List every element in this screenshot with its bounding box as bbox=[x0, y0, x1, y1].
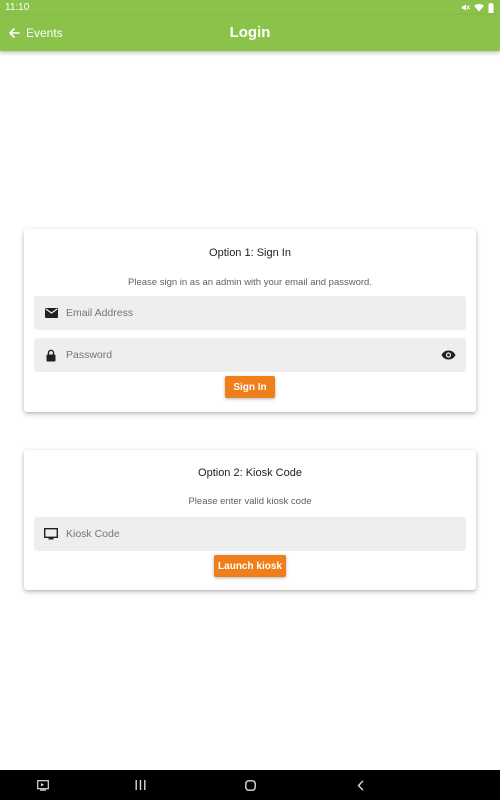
status-time: 11:10 bbox=[5, 2, 30, 13]
battery-icon bbox=[488, 2, 494, 13]
kiosk-card-subtitle: Please enter valid kiosk code bbox=[188, 496, 312, 507]
wifi-icon bbox=[474, 3, 484, 12]
system-nav-bar bbox=[0, 770, 500, 800]
sign-in-card-title: Option 1: Sign In bbox=[209, 247, 291, 259]
recent-apps-icon[interactable] bbox=[120, 770, 160, 800]
password-field[interactable] bbox=[34, 338, 466, 372]
monitor-icon bbox=[44, 527, 58, 541]
launch-kiosk-button[interactable]: Launch kiosk bbox=[214, 555, 286, 577]
email-input[interactable] bbox=[66, 296, 466, 330]
sign-in-card-subtitle: Please sign in as an admin with your ema… bbox=[128, 277, 372, 288]
kiosk-card-title: Option 2: Kiosk Code bbox=[198, 467, 302, 479]
kiosk-card: Option 2: Kiosk Code Please enter valid … bbox=[24, 450, 476, 590]
lock-icon bbox=[44, 348, 58, 362]
home-icon[interactable] bbox=[230, 770, 270, 800]
kiosk-code-input[interactable] bbox=[66, 517, 466, 551]
arrow-left-icon bbox=[8, 27, 20, 39]
status-bar: 11:10 bbox=[0, 0, 500, 15]
back-button-label: Events bbox=[26, 26, 63, 40]
sign-in-button[interactable]: Sign In bbox=[225, 376, 275, 398]
eye-icon[interactable] bbox=[440, 347, 456, 363]
kiosk-code-field[interactable] bbox=[34, 517, 466, 551]
screenshot-icon[interactable] bbox=[23, 770, 63, 800]
status-icons bbox=[461, 2, 494, 13]
sign-in-card: Option 1: Sign In Please sign in as an a… bbox=[24, 229, 476, 412]
back-icon[interactable] bbox=[340, 770, 380, 800]
page-title: Login bbox=[229, 24, 271, 41]
back-button[interactable]: Events bbox=[8, 15, 63, 51]
app-bar: Login Events bbox=[0, 15, 500, 51]
mail-icon bbox=[44, 306, 58, 320]
mute-icon bbox=[461, 3, 470, 12]
password-input[interactable] bbox=[66, 338, 440, 372]
email-field[interactable] bbox=[34, 296, 466, 330]
